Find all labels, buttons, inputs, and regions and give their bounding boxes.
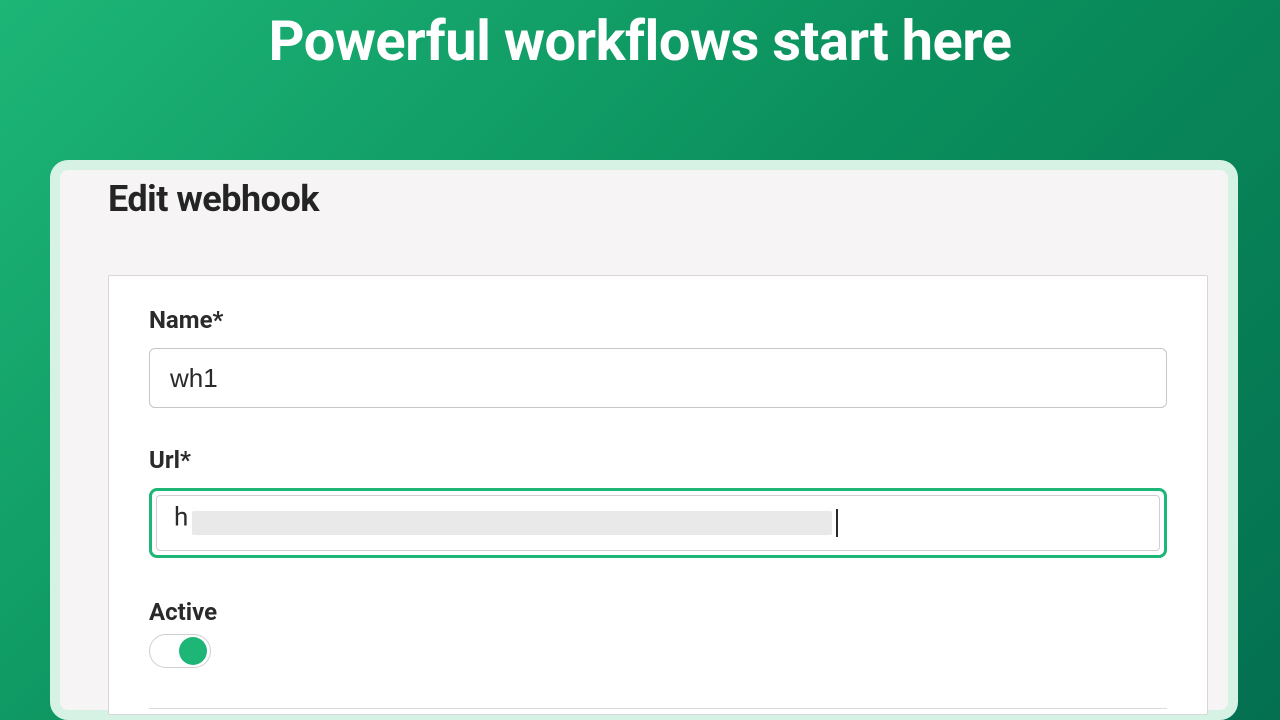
panel-title: Edit webhook [60, 170, 1228, 220]
name-label: Name* [149, 306, 1167, 334]
active-label: Active [149, 598, 1167, 626]
divider [149, 708, 1167, 709]
active-group: Active [149, 598, 1167, 668]
active-toggle[interactable] [149, 634, 211, 668]
url-input[interactable] [156, 495, 1160, 551]
toggle-knob [179, 637, 207, 665]
hero-title: Powerful workflows start here [0, 0, 1280, 74]
edit-webhook-card: Edit webhook Name* Url* h Active [50, 160, 1238, 720]
url-input-focus-ring: h [149, 488, 1167, 558]
url-group: Url* h [149, 446, 1167, 558]
name-input[interactable] [149, 348, 1167, 408]
url-label: Url* [149, 446, 1167, 474]
form-panel: Name* Url* h Active [108, 275, 1208, 715]
name-group: Name* [149, 306, 1167, 408]
